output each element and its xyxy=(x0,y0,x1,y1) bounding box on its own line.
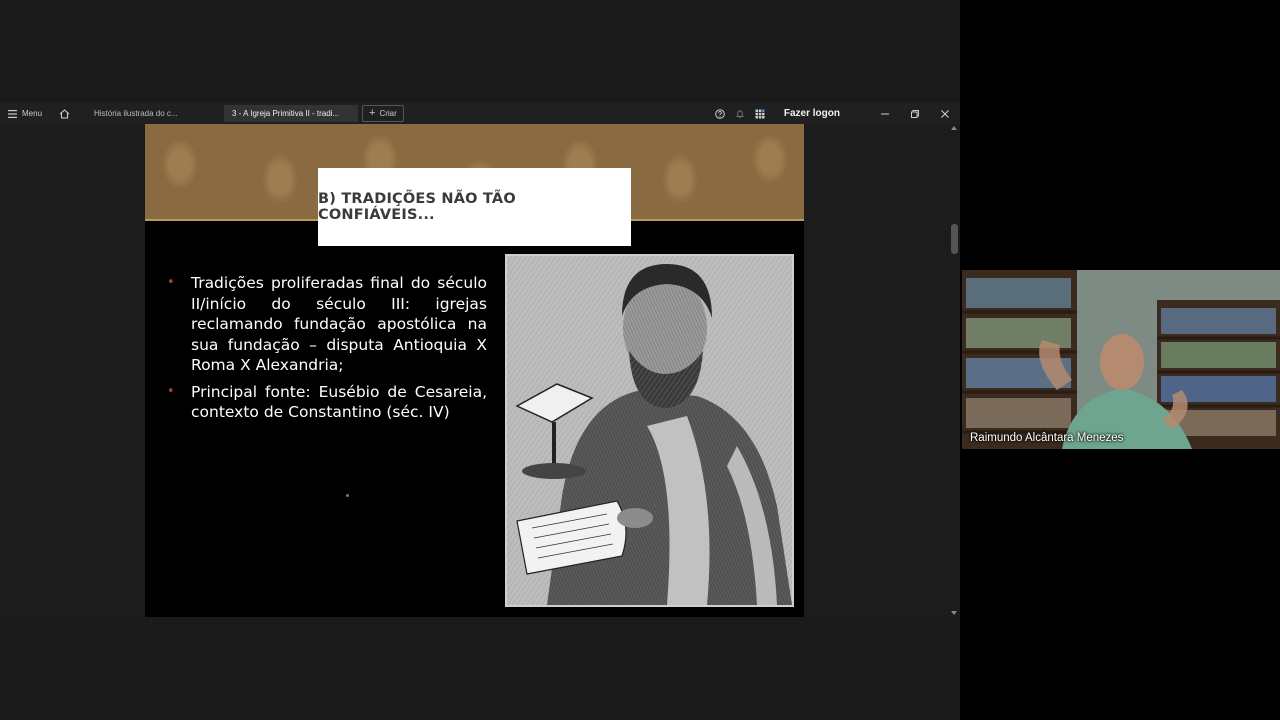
main-stage: Menu História ilustrada do c... 3 - A Ig… xyxy=(0,0,960,720)
slide-title-box: B) TRADIÇÕES NÃO TÃO CONFIÁVEIS... xyxy=(318,168,631,246)
participant-name-label: Raimundo Alcântara Menezes xyxy=(970,432,1124,444)
apps-button[interactable] xyxy=(750,103,770,124)
home-button[interactable] xyxy=(52,103,76,124)
slide: B) TRADIÇÕES NÃO TÃO CONFIÁVEIS... Tradi… xyxy=(145,124,804,617)
eusebius-portrait-image xyxy=(505,254,794,607)
create-label: Criar xyxy=(379,109,397,118)
tab-igreja-primitiva[interactable]: 3 - A Igreja Primitiva II - tradi... xyxy=(224,105,358,122)
minimize-icon xyxy=(881,113,889,114)
tab-label: História ilustrada do c... xyxy=(94,109,178,118)
menu-button[interactable]: Menu xyxy=(0,103,52,124)
notifications-button[interactable] xyxy=(730,103,750,124)
plus-icon: + xyxy=(369,107,376,119)
logon-button[interactable]: Fazer logon xyxy=(784,108,840,119)
scroll-down-arrow-icon[interactable] xyxy=(951,611,957,615)
bell-icon xyxy=(735,110,744,118)
close-button[interactable] xyxy=(930,103,960,124)
slide-title: B) TRADIÇÕES NÃO TÃO CONFIÁVEIS... xyxy=(318,191,516,223)
app-toolbar: Menu História ilustrada do c... 3 - A Ig… xyxy=(0,103,960,124)
menu-label: Menu xyxy=(22,109,43,118)
vertical-scrollbar[interactable] xyxy=(949,124,960,617)
participant-video[interactable]: Raimundo Alcântara Menezes xyxy=(962,270,1280,449)
help-button[interactable] xyxy=(710,103,730,124)
bullet-item: Tradições proliferadas final do século I… xyxy=(167,273,487,376)
help-icon xyxy=(715,108,725,119)
scroll-thumb[interactable] xyxy=(951,224,958,254)
home-icon xyxy=(59,108,69,119)
tab-historia-ilustrada[interactable]: História ilustrada do c... xyxy=(86,105,220,122)
hamburger-icon xyxy=(8,109,17,118)
cursor-dot xyxy=(346,494,349,497)
scroll-up-arrow-icon[interactable] xyxy=(951,126,957,130)
create-button[interactable]: + Criar xyxy=(362,105,404,122)
minimize-button[interactable] xyxy=(870,103,900,124)
slide-bullet-list: Tradições proliferadas final do século I… xyxy=(167,273,487,429)
bullet-item: Principal fonte: Eusébio de Cesareia, co… xyxy=(167,382,487,423)
restore-icon xyxy=(911,109,919,118)
toolbar-right: Fazer logon xyxy=(710,103,960,124)
tab-label: 3 - A Igreja Primitiva II - tradi... xyxy=(232,109,340,118)
apps-grid-icon xyxy=(755,109,765,118)
restore-button[interactable] xyxy=(900,103,930,124)
close-icon xyxy=(941,109,949,118)
